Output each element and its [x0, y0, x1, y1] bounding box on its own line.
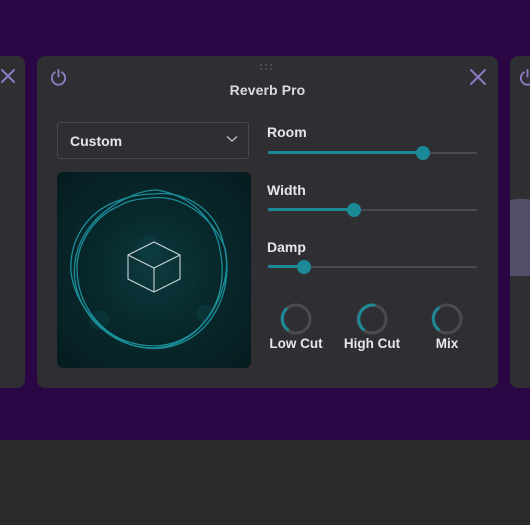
damp-label: Damp — [267, 239, 306, 255]
damp-slider[interactable] — [268, 260, 477, 274]
plugin-title: Reverb Pro — [229, 82, 306, 98]
room-visualizer — [57, 172, 251, 368]
power-icon[interactable] — [518, 68, 530, 87]
room-slider[interactable] — [268, 146, 477, 160]
low-cut-knob[interactable] — [279, 302, 313, 336]
mix-label: Mix — [435, 336, 459, 351]
slider-fill — [268, 208, 354, 211]
slider-thumb[interactable] — [296, 260, 311, 274]
slider-thumb[interactable] — [415, 146, 430, 160]
slider-fill — [268, 151, 423, 154]
partial-visual — [510, 198, 530, 276]
plugin-card-left — [0, 56, 25, 388]
width-slider[interactable] — [268, 203, 477, 217]
room-label: Room — [267, 124, 307, 140]
plugin-card-right — [510, 56, 530, 388]
high-cut-label: High Cut — [343, 336, 401, 351]
low-cut-label: Low Cut — [269, 336, 323, 351]
width-label: Width — [267, 182, 306, 198]
preset-selected-value: Custom — [70, 132, 123, 149]
drag-handle-icon[interactable] — [259, 63, 273, 71]
slider-thumb[interactable] — [346, 203, 361, 217]
close-icon[interactable] — [0, 68, 16, 84]
high-cut-knob[interactable] — [355, 302, 389, 336]
chevron-down-icon — [226, 135, 238, 142]
reverb-plugin-card: Reverb Pro Custom Room Width Damp Low Cu… — [37, 56, 498, 388]
preset-dropdown[interactable]: Custom — [57, 122, 249, 159]
mix-knob[interactable] — [430, 302, 464, 336]
